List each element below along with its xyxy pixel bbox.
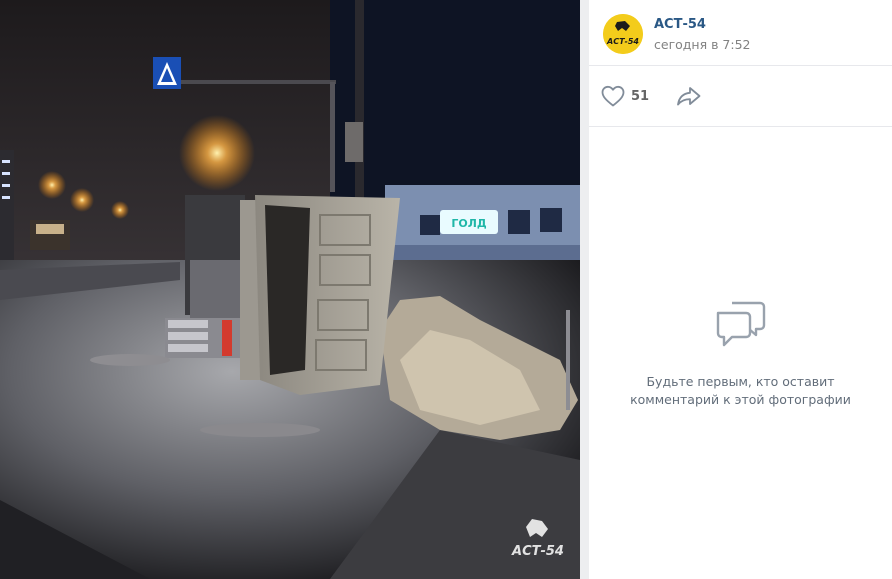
empty-comments-line-2: комментарий к этой фотографии (630, 392, 851, 407)
author-avatar[interactable]: АСТ-54 (603, 14, 643, 54)
watermark-logo: АСТ-54 (508, 517, 568, 561)
comments-section: Будьте первым, кто оставит комментарий к… (589, 127, 892, 579)
post-header: АСТ-54 АСТ-54 сегодня в 7:52 (589, 0, 892, 66)
svg-text:АСТ-54: АСТ-54 (606, 37, 639, 46)
post-actions: 51 (589, 66, 892, 127)
share-button[interactable] (675, 82, 703, 110)
post-timestamp[interactable]: сегодня в 7:52 (654, 37, 751, 52)
photo-viewer[interactable]: ГОЛД АСТ-54 (0, 0, 580, 579)
photo-side-panel: АСТ-54 АСТ-54 сегодня в 7:52 51 Будьте п… (589, 0, 892, 579)
empty-comments-text: Будьте первым, кто оставит комментарий к… (609, 373, 872, 409)
empty-comments-line-1: Будьте первым, кто оставит (646, 374, 835, 389)
comment-bubble-icon (714, 299, 768, 349)
share-arrow-icon (677, 87, 701, 106)
watermark-text: АСТ-54 (511, 544, 564, 559)
accident-photo: ГОЛД (0, 0, 580, 579)
heart-icon (601, 85, 625, 107)
like-button[interactable]: 51 (601, 82, 649, 110)
ast54-logo-icon: АСТ-54 (603, 14, 643, 54)
like-count: 51 (631, 88, 650, 104)
author-name-link[interactable]: АСТ-54 (654, 17, 706, 32)
shop-sign-text: ГОЛД (451, 217, 486, 230)
